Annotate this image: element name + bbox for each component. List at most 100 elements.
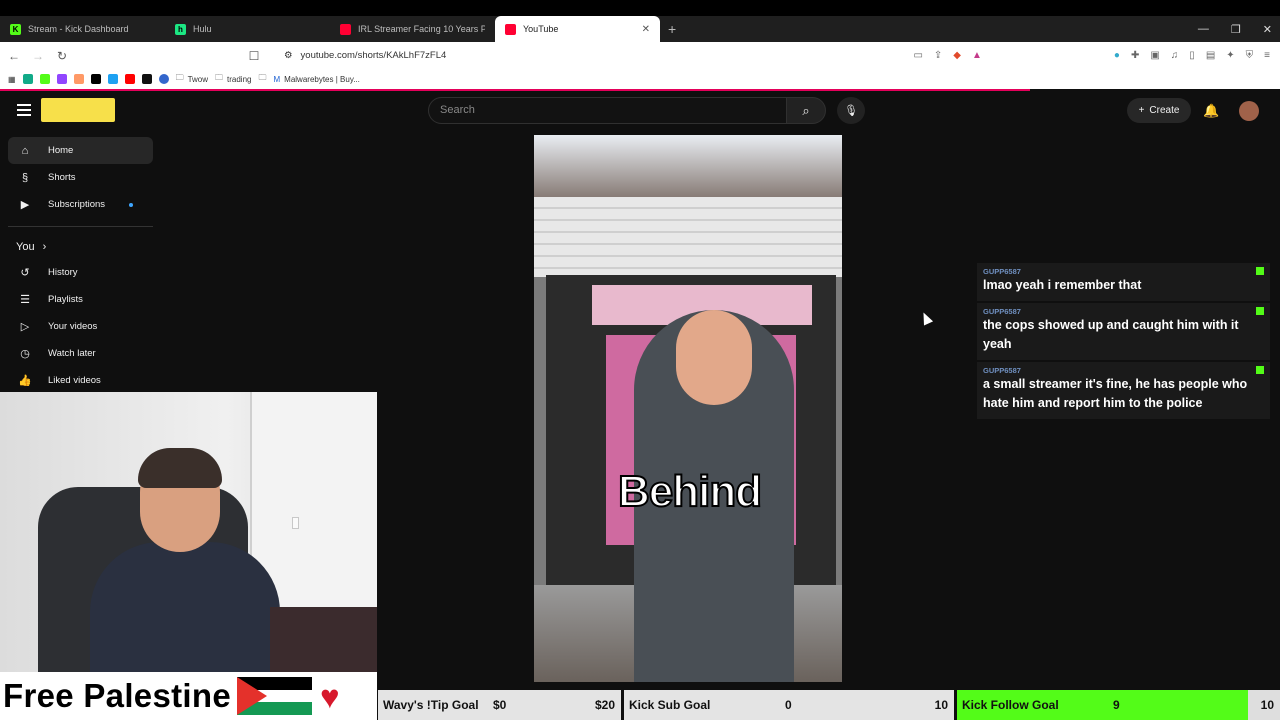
bookmark-folder[interactable]: 🗀 — [258, 72, 266, 86]
bookmark-icon[interactable]: ☐ — [244, 49, 264, 63]
youtube-icon[interactable] — [124, 74, 135, 84]
video-frame-roof — [534, 135, 842, 205]
bookmark-favicon[interactable] — [22, 74, 33, 84]
site-info-icon[interactable]: ⚙ — [284, 50, 293, 61]
share-icon[interactable]: ⇪ — [934, 50, 942, 61]
shorts-icon: § — [21, 171, 29, 184]
tab-hulu[interactable]: h Hulu — [165, 16, 330, 42]
music-icon[interactable]: ♫ — [1171, 50, 1179, 61]
kick-icon[interactable] — [39, 74, 50, 84]
subscriptions-icon: ▶ — [20, 199, 30, 211]
address-bar: ← → ↻ ☐ ⚙ youtube.com/shorts/KAkLhF7zFL4… — [0, 42, 1280, 69]
folder-icon: 🗀 — [175, 73, 184, 82]
wallet-icon[interactable]: ▤ — [1206, 50, 1215, 61]
kick-badge-icon — [1256, 307, 1264, 315]
video-caption: Behind — [617, 466, 763, 517]
new-content-dot — [129, 202, 133, 207]
rewards-icon[interactable]: ▲ — [972, 50, 982, 61]
free-palestine-banner: Free Palestine ♥ — [0, 672, 377, 720]
folder-icon: 🗀 — [258, 73, 267, 82]
chevron-right-icon: › — [42, 241, 47, 253]
search-input[interactable]: Search — [428, 97, 787, 124]
bookmark-favicon[interactable] — [73, 74, 84, 84]
search-button[interactable]: ⌕ — [786, 97, 826, 124]
close-window-icon[interactable]: ✕ — [1263, 23, 1272, 36]
palestine-flag-icon — [236, 677, 312, 715]
tab-kick-dashboard[interactable]: K Stream - Kick Dashboard — [0, 16, 165, 42]
video-frame-head — [676, 310, 752, 405]
browser-tab-strip: K Stream - Kick Dashboard h Hulu IRL Str… — [0, 16, 1280, 42]
tip-goal-bar: Wavy's !Tip Goal $0 $20 — [378, 690, 621, 720]
sidebar-item-liked-videos[interactable]: 👍 Liked videos — [8, 367, 153, 394]
chat-username: GUPP6587 — [983, 366, 1021, 375]
vpn-icon[interactable]: ⛨ — [1246, 50, 1254, 61]
sidebar-item-history[interactable]: ↺ History — [8, 259, 153, 286]
minimize-icon[interactable]: — — [1198, 23, 1209, 35]
sidebar-item-your-videos[interactable]: ▷ Your videos — [8, 313, 153, 340]
youtube-icon — [505, 23, 516, 35]
brave-shield-icon[interactable]: ◆ — [953, 50, 961, 61]
shorts-video-player[interactable] — [534, 135, 842, 682]
sidebar-item-playlists[interactable]: ☰ Playlists — [8, 286, 153, 313]
home-icon: ⌂ — [21, 144, 29, 157]
webcam-light-switch — [292, 517, 299, 529]
chat-text: a small streamer it's fine, he has peopl… — [983, 377, 1248, 410]
bookmark-twow[interactable]: 🗀 Twow — [176, 72, 208, 86]
screenshot-icon[interactable]: ▣ — [1150, 50, 1159, 61]
sidebar-item-home[interactable]: ⌂ Home — [8, 137, 153, 164]
sidebar-item-subscriptions[interactable]: ▶ Subscriptions — [8, 191, 153, 218]
bookmark-favicon[interactable] — [141, 74, 152, 84]
malwarebytes-icon: M — [273, 74, 281, 84]
chat-username: GUPP6587 — [983, 267, 1021, 276]
bookmark-favicon[interactable] — [158, 74, 169, 84]
chat-text: lmao yeah i remember that — [983, 278, 1142, 292]
like-icon: 👍 — [18, 375, 32, 387]
restore-icon[interactable]: ❐ — [1231, 23, 1241, 36]
extension-icons: ▭ ⇪ ◆ ▲ ● ✚ ▣ ♫ ▯ ▤ ✦ ⛨ ≡ — [913, 42, 1270, 69]
follow-goal-bar: Kick Follow Goal 9 10 — [957, 690, 1280, 720]
tab-irl-streamer[interactable]: IRL Streamer Facing 10 Years Prison — [330, 16, 495, 42]
tab-youtube[interactable]: YouTube ✕ — [495, 16, 660, 42]
new-tab-button[interactable]: + — [668, 21, 676, 37]
hamburger-menu-icon[interactable] — [17, 104, 31, 116]
sidebar: ⌂ Home § Shorts ▶ Subscriptions You › ↺ Histo… — [8, 137, 153, 394]
create-button[interactable]: + Create — [1127, 98, 1191, 123]
url-field[interactable]: ⚙ youtube.com/shorts/KAkLhF7zFL4 — [284, 50, 446, 61]
sub-goal-bar: Kick Sub Goal 0 10 — [624, 690, 954, 720]
twitch-icon[interactable] — [56, 74, 67, 84]
window-controls: — ❐ ✕ — [1198, 16, 1272, 42]
apps-icon[interactable]: ▦ — [8, 75, 16, 84]
avatar[interactable] — [1239, 101, 1259, 121]
bookmark-malwarebytes[interactable]: M Malwarebytes | Buy... — [273, 75, 359, 84]
extension-icon[interactable]: ● — [1114, 50, 1120, 61]
banner-text: Free Palestine — [3, 677, 231, 714]
x-icon[interactable] — [90, 74, 101, 84]
notifications-bell-icon[interactable]: 🔔 — [1203, 103, 1219, 119]
ai-icon[interactable]: ✦ — [1226, 50, 1234, 61]
bluesky-icon[interactable] — [107, 74, 118, 84]
webcam-overlay — [0, 392, 377, 672]
sidebar-item-shorts[interactable]: § Shorts — [8, 164, 153, 191]
webcam-streamer-body — [90, 542, 280, 672]
microphone-icon: 🎙 — [844, 105, 858, 117]
voice-search-button[interactable]: 🎙 — [837, 97, 865, 124]
forward-icon[interactable]: → — [28, 49, 48, 63]
puzzle-icon[interactable]: ✚ — [1131, 50, 1139, 61]
bookmark-trading[interactable]: 🗀 trading — [215, 72, 251, 86]
history-icon: ↺ — [20, 267, 30, 279]
sidebar-item-watch-later[interactable]: ◷ Watch later — [8, 340, 153, 367]
search-icon: ⌕ — [802, 102, 810, 118]
reload-icon[interactable]: ↻ — [52, 49, 72, 63]
cast-icon[interactable]: ▭ — [913, 50, 922, 61]
close-tab-icon[interactable]: ✕ — [642, 24, 650, 35]
channel-logo[interactable] — [41, 98, 115, 122]
sidebar-you-header[interactable]: You › — [8, 235, 153, 259]
chat-message: GUPP6587 the cops showed up and caught h… — [977, 303, 1270, 362]
youtube-icon — [340, 23, 351, 35]
heart-icon: ♥ — [319, 677, 340, 715]
back-icon[interactable]: ← — [4, 49, 24, 63]
plus-icon: + — [1138, 105, 1145, 116]
mouse-cursor — [918, 310, 934, 326]
menu-icon[interactable]: ≡ — [1264, 50, 1270, 61]
sidebar-icon[interactable]: ▯ — [1189, 50, 1195, 61]
